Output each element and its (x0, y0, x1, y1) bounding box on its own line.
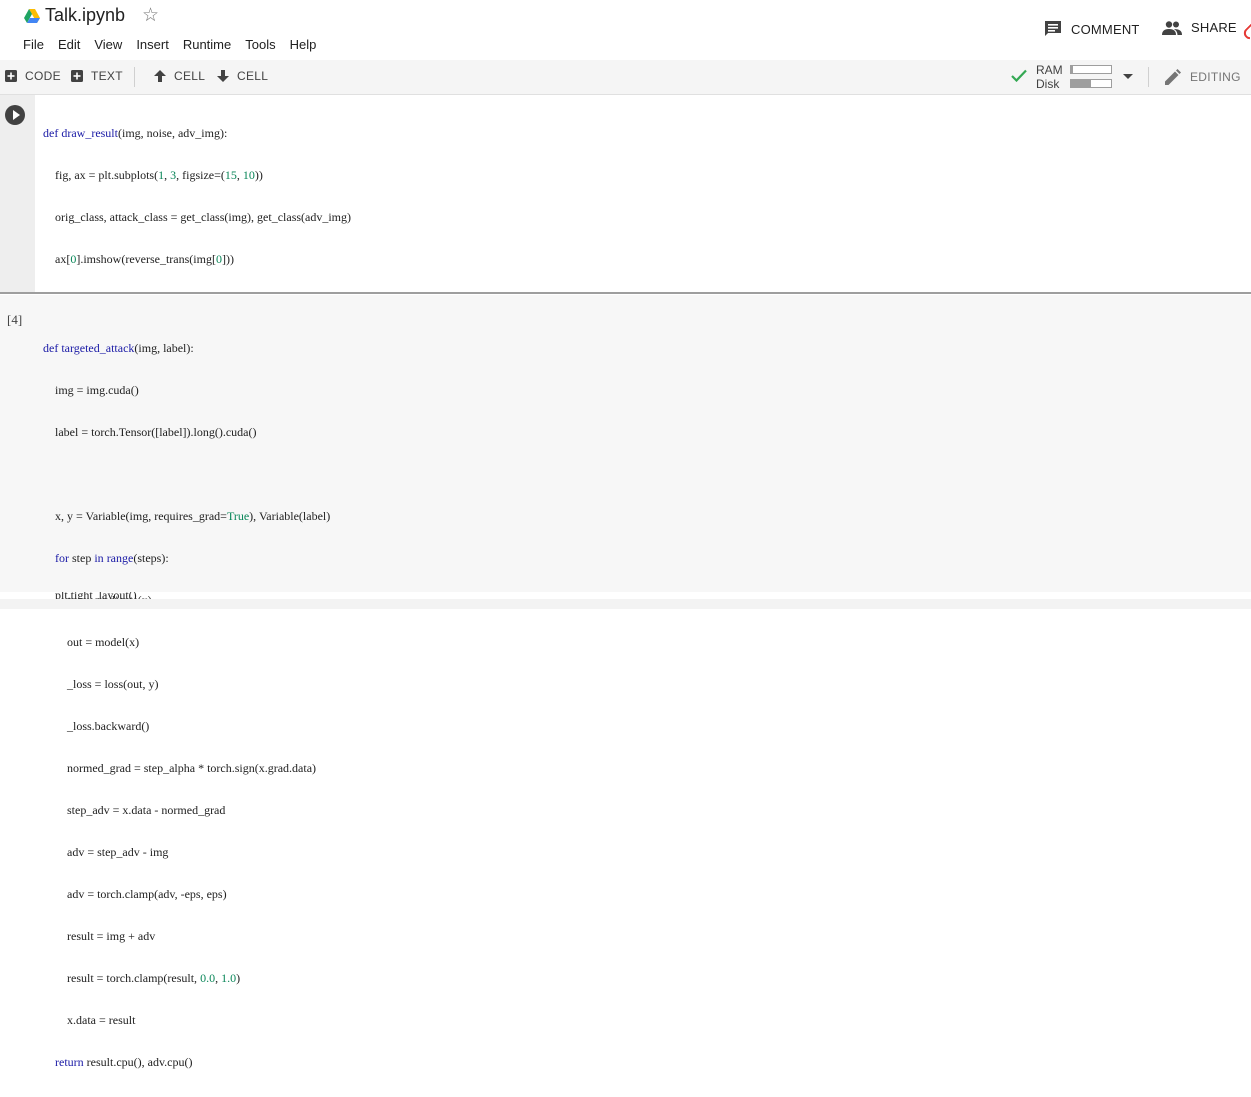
menu-help[interactable]: Help (290, 37, 317, 53)
star-icon[interactable]: ☆ (142, 5, 159, 27)
google-drive-icon[interactable] (24, 8, 40, 24)
add-text-cell-button[interactable]: TEXT (71, 69, 123, 83)
connected-check-icon (1011, 69, 1027, 82)
ram-label: RAM (1036, 63, 1063, 77)
menu-edit[interactable]: Edit (58, 37, 80, 53)
code-line: out = model(x) (43, 635, 140, 649)
add-icon (5, 70, 17, 82)
toolbar-divider (134, 67, 135, 87)
comment-icon (1045, 21, 1061, 36)
ram-usage-fill (1071, 66, 1073, 73)
run-cell-button[interactable] (5, 105, 25, 125)
menu-insert[interactable]: Insert (136, 37, 169, 53)
comment-label: COMMENT (1071, 21, 1140, 37)
code-line: normed_grad = step_alpha * torch.sign(x.… (43, 761, 317, 775)
comment-button[interactable]: COMMENT (1044, 20, 1140, 38)
code-line: ax[0].imshow(reverse_trans(img[0])) (43, 252, 234, 266)
text-label: TEXT (91, 69, 123, 83)
arrow-down-icon (217, 70, 229, 82)
execution-count: [4] (7, 312, 23, 327)
chevron-down-icon[interactable] (1123, 74, 1133, 79)
code-line: orig_class, attack_class = get_class(img… (43, 210, 352, 224)
arrow-up-icon (154, 70, 166, 82)
code-line: _loss.backward() (43, 719, 150, 733)
notebook-toolbar: CODE TEXT CELL CELL RAM Disk (0, 60, 1251, 95)
code-line: for step in range(steps): (55, 551, 169, 565)
code-line: x, y = Variable(img, requires_grad=True)… (43, 509, 331, 523)
notebook-title[interactable]: Talk.ipynb (45, 5, 125, 26)
editing-label: EDITING (1190, 70, 1241, 84)
menu-view[interactable]: View (94, 37, 122, 53)
code-label: CODE (25, 69, 61, 83)
code-line: img = img.cuda() (43, 383, 139, 397)
ram-usage-bar (1070, 65, 1112, 74)
code-line: x.data = result (43, 1013, 136, 1027)
code-line: result = torch.clamp(result, 0.0, 1.0) (43, 971, 241, 985)
pencil-icon (1165, 69, 1181, 85)
editing-mode-button[interactable]: EDITING (1165, 69, 1241, 85)
code-line: def targeted_attack(img, label): (43, 341, 194, 355)
code-cell[interactable]: [4] def targeted_attack(img, label): img… (0, 295, 1251, 1069)
code-line: return result.cpu(), adv.cpu() (55, 1055, 193, 1069)
menu-runtime[interactable]: Runtime (183, 37, 231, 53)
add-code-cell-button[interactable]: CODE (5, 69, 61, 83)
code-line: _loss = loss(out, y) (43, 677, 159, 691)
code-editor[interactable]: def targeted_attack(img, label): img = i… (43, 313, 330, 1097)
menu-tools[interactable]: Tools (245, 37, 275, 53)
disk-usage-fill (1071, 80, 1091, 87)
share-label: SHARE (1191, 20, 1237, 35)
people-icon (1162, 20, 1182, 35)
notebook-header: Talk.ipynb ☆ File Edit View Insert Runti… (0, 0, 1251, 59)
menu-bar: File Edit View Insert Runtime Tools Help (23, 37, 330, 53)
resource-labels[interactable]: RAM Disk (1036, 63, 1063, 91)
move-cell-up-button[interactable]: CELL (154, 69, 205, 83)
code-line: def draw_result(img, noise, adv_img): (43, 126, 228, 140)
menu-file[interactable]: File (23, 37, 44, 53)
code-line: fig, ax = plt.subplots(1, 3, figsize=(15… (43, 168, 263, 182)
code-line: step_adv = x.data - normed_grad (43, 803, 226, 817)
share-button[interactable]: SHARE (1162, 20, 1237, 35)
cell-down-label: CELL (237, 69, 269, 83)
add-icon (71, 70, 83, 82)
move-cell-down-button[interactable]: CELL (217, 69, 268, 83)
code-line: adv = torch.clamp(adv, -eps, eps) (43, 887, 227, 901)
cell-gutter (0, 95, 35, 292)
disk-label: Disk (1036, 77, 1060, 91)
code-line: result = img + adv (43, 929, 156, 943)
notebook-bottom-strip (0, 599, 1251, 609)
toolbar-divider (1148, 67, 1149, 87)
cell-up-label: CELL (174, 69, 206, 83)
account-icon[interactable] (1241, 20, 1251, 42)
code-line: label = torch.Tensor([label]).long().cud… (43, 425, 257, 439)
code-cell[interactable]: def draw_result(img, noise, adv_img): fi… (0, 95, 1251, 602)
disk-usage-bar (1070, 79, 1112, 88)
code-line: adv = step_adv - img (43, 845, 169, 859)
